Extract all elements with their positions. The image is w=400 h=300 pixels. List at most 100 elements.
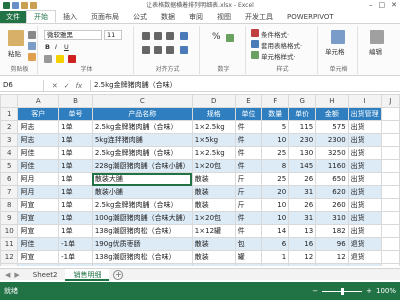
table-cell[interactable]: 10 <box>261 198 290 212</box>
table-cell[interactable]: 阿宣 <box>17 211 60 225</box>
table-cell[interactable]: 1单 <box>58 133 93 147</box>
empty-cell[interactable] <box>380 159 400 173</box>
close-icon[interactable]: ✕ <box>391 1 397 9</box>
table-cell[interactable]: 13 <box>288 224 317 238</box>
tab-page-layout[interactable]: 页面布局 <box>84 11 126 23</box>
table-cell[interactable]: 115 <box>288 120 317 134</box>
conditional-format-button[interactable]: 条件格式· <box>261 29 289 39</box>
align-left-icon[interactable] <box>142 46 150 54</box>
spreadsheet-grid[interactable]: A B C D E F G H I J 1 客户 单号 产品名称 规格 单位 数… <box>0 94 400 266</box>
header-cell[interactable]: 客户 <box>17 107 60 121</box>
table-cell[interactable]: 件 <box>234 133 263 147</box>
table-cell[interactable]: 阿志 <box>17 120 60 134</box>
empty-cell[interactable] <box>380 263 400 266</box>
table-cell[interactable]: 575 <box>315 120 349 134</box>
table-cell[interactable]: 3250 <box>315 146 349 160</box>
table-cell[interactable]: 出货 <box>347 159 382 173</box>
table-cell[interactable]: 件 <box>234 224 263 238</box>
minimize-icon[interactable]: – <box>369 1 373 9</box>
bold-button[interactable]: B <box>45 43 50 51</box>
table-cell[interactable]: 散装小脯 <box>91 185 193 199</box>
table-cell[interactable]: 1单 <box>58 198 93 212</box>
align-center-icon[interactable] <box>154 46 162 54</box>
table-cell[interactable]: 阿佳 <box>17 146 60 160</box>
font-size-select[interactable]: 11 <box>104 30 122 40</box>
table-cell[interactable]: 出货 <box>347 211 382 225</box>
column-header[interactable]: C <box>91 94 193 108</box>
wrap-text-icon[interactable] <box>180 32 188 40</box>
table-cell[interactable]: 260 <box>315 198 349 212</box>
empty-cell[interactable] <box>380 224 400 238</box>
font-name-select[interactable]: 微软雅黑 <box>44 30 102 40</box>
tab-developer[interactable]: 开发工具 <box>238 11 280 23</box>
header-cell[interactable]: 数量 <box>261 107 290 121</box>
row-header[interactable]: 12 <box>0 250 19 264</box>
column-header[interactable]: G <box>288 94 317 108</box>
border-icon[interactable] <box>44 55 52 63</box>
table-cell[interactable]: 出货 <box>347 146 382 160</box>
table-cell[interactable]: 1单 <box>58 146 93 160</box>
header-cell[interactable]: 规格 <box>191 107 236 121</box>
empty-cell[interactable] <box>380 172 400 186</box>
table-cell[interactable]: 228g潮厨猪肉脯（合味小脯） <box>91 159 193 173</box>
tab-review[interactable]: 审阅 <box>182 11 210 23</box>
table-cell[interactable]: 130 <box>288 146 317 160</box>
undo-icon[interactable] <box>21 2 28 9</box>
header-cell[interactable]: 出货管理 <box>347 107 382 121</box>
table-cell[interactable]: -1单 <box>58 237 93 251</box>
column-header[interactable]: J <box>380 94 400 108</box>
table-cell[interactable]: 1单 <box>58 211 93 225</box>
table-cell[interactable]: 620 <box>315 185 349 199</box>
table-cell[interactable]: 12 <box>315 250 349 264</box>
header-cell[interactable]: 金额 <box>315 107 349 121</box>
search-icon[interactable] <box>370 30 384 44</box>
table-cell[interactable]: 包 <box>234 237 263 251</box>
table-cell[interactable]: 1×20包 <box>191 159 236 173</box>
table-cell[interactable]: 出货 <box>347 198 382 212</box>
table-cell[interactable]: 散装 <box>191 237 236 251</box>
align-middle-icon[interactable] <box>154 32 162 40</box>
table-cell[interactable]: 26 <box>288 172 317 186</box>
tab-insert[interactable]: 插入 <box>56 11 84 23</box>
column-header[interactable]: A <box>17 94 60 108</box>
row-header[interactable]: 10 <box>0 224 19 238</box>
table-cell[interactable]: 5kg连拌猪肉脯 <box>91 133 193 147</box>
table-cell[interactable]: 出货 <box>347 185 382 199</box>
table-cell[interactable]: 罐 <box>234 250 263 264</box>
row-header[interactable]: 2 <box>0 120 19 134</box>
header-cell[interactable]: 产品名称 <box>91 107 193 121</box>
table-cell[interactable]: 1单 <box>58 185 93 199</box>
table-cell[interactable]: 件 <box>234 146 263 160</box>
table-cell[interactable]: 16 <box>288 237 317 251</box>
table-cell[interactable]: 阿佳 <box>17 237 60 251</box>
tab-powerpivot[interactable]: POWERPIVOT <box>280 11 341 23</box>
table-cell[interactable]: 1×5kg <box>191 133 236 147</box>
cut-icon[interactable] <box>28 31 36 39</box>
table-cell[interactable]: 1单 <box>58 120 93 134</box>
table-cell[interactable]: 2.5kg金牌猪肉脯（合味） <box>91 198 193 212</box>
table-cell[interactable]: 2300 <box>315 133 349 147</box>
underline-button[interactable]: U <box>64 43 69 51</box>
table-cell[interactable]: 1 <box>261 250 290 264</box>
percent-button[interactable]: % <box>212 32 221 42</box>
header-cell[interactable]: 单号 <box>58 107 93 121</box>
table-cell[interactable]: 138g潮厨猪肉松（合味） <box>91 224 193 238</box>
cell-styles-button[interactable]: 单元格样式· <box>261 51 296 61</box>
table-cell[interactable]: 1×2.5kg <box>191 146 236 160</box>
column-header[interactable]: D <box>191 94 236 108</box>
table-cell[interactable]: 12 <box>288 263 317 266</box>
fx-icon[interactable]: fx <box>76 82 83 90</box>
table-cell[interactable]: 190g优质枣肠 <box>91 237 193 251</box>
table-cell[interactable]: 出货 <box>347 120 382 134</box>
table-cell[interactable]: 散装大脯 <box>91 172 193 186</box>
empty-cell[interactable] <box>380 146 400 160</box>
tab-view[interactable]: 视图 <box>210 11 238 23</box>
table-cell[interactable]: 斤 <box>234 172 263 186</box>
table-cell[interactable]: 阿宣 <box>17 224 60 238</box>
row-header[interactable]: 7 <box>0 185 19 199</box>
zoom-in-icon[interactable]: + <box>366 287 372 295</box>
font-color-icon[interactable] <box>68 55 76 63</box>
table-cell[interactable]: 散装 <box>191 185 236 199</box>
align-top-icon[interactable] <box>142 32 150 40</box>
table-cell[interactable]: 阿宣 <box>17 263 60 266</box>
